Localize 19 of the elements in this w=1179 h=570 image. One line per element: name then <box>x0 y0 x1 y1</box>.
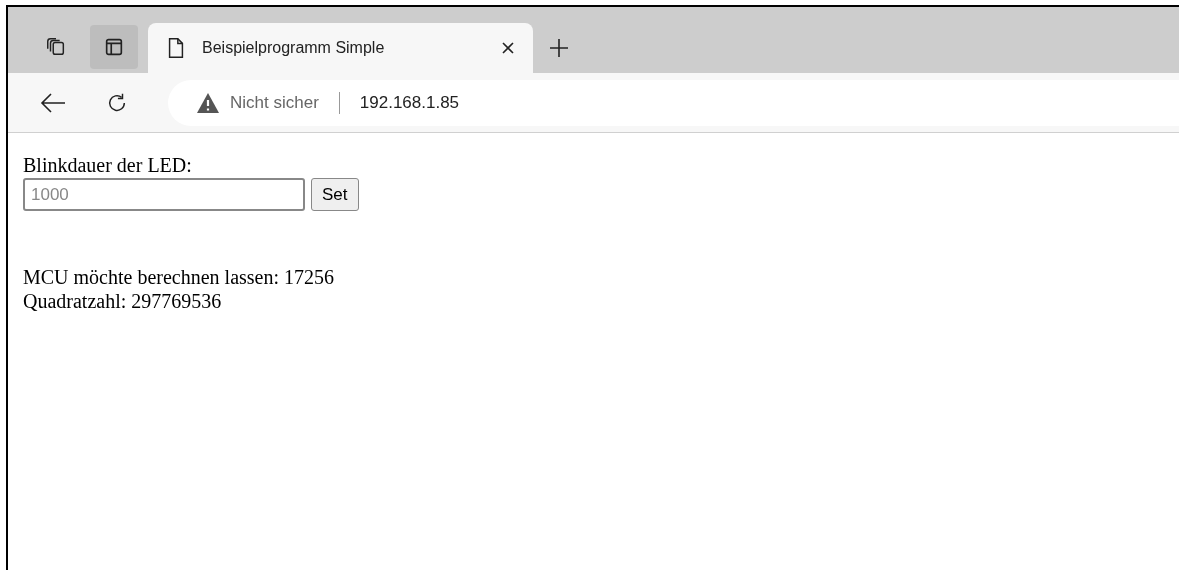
security-label: Nicht sicher <box>230 91 319 114</box>
back-icon[interactable] <box>40 91 66 114</box>
input-field[interactable]: 1000 <box>23 178 305 211</box>
panel-icon <box>103 36 125 58</box>
new-tab-icon[interactable] <box>549 38 569 58</box>
warning-icon <box>196 91 220 114</box>
info-line: Quadratzahl: 297769536 <box>23 289 223 313</box>
address-bar[interactable]: Nicht sicher 192.168.1.85 <box>168 79 1179 126</box>
sidebar-toggle-button[interactable] <box>90 25 138 69</box>
info-line: MCU möchte berechnen lassen: 17256 <box>23 265 336 289</box>
set-button[interactable]: Set <box>311 178 359 211</box>
browser-tab[interactable]: Beispielprogramm Simple <box>148 23 533 73</box>
reload-icon[interactable] <box>106 91 128 114</box>
close-icon[interactable] <box>501 41 515 55</box>
page-icon <box>166 37 186 59</box>
tabs-icon[interactable] <box>45 36 67 58</box>
tab-title: Beispielprogramm Simple <box>202 38 386 58</box>
url-text: 192.168.1.85 <box>359 91 460 114</box>
field-label: Blinkdauer der LED: <box>23 153 193 177</box>
